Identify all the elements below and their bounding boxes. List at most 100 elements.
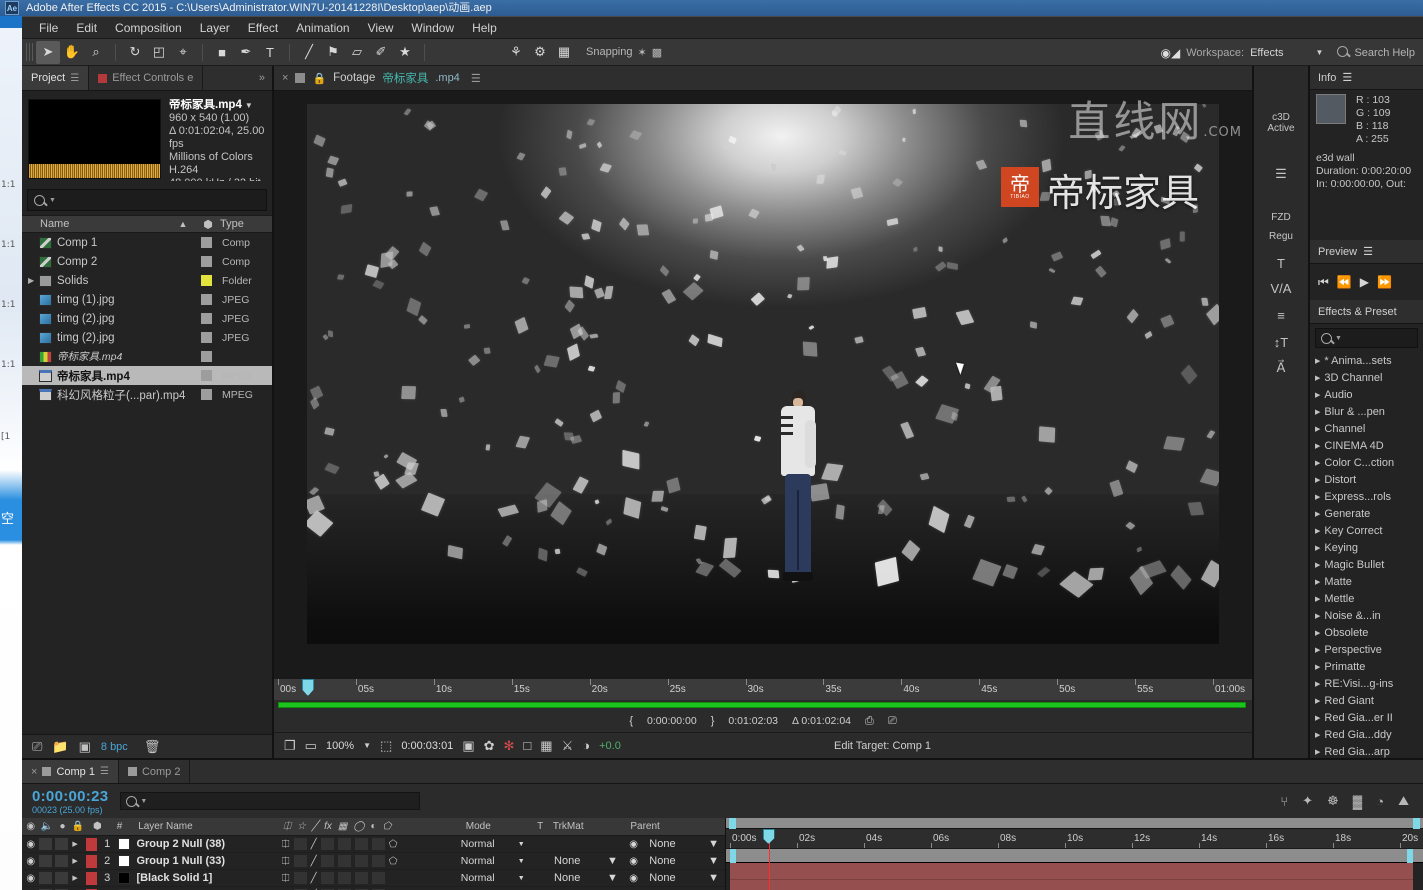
- disclosure-triangle-icon[interactable]: ▶: [1315, 714, 1320, 722]
- layer-label-color[interactable]: [85, 854, 97, 868]
- layer-audio-solo-boxes[interactable]: [39, 855, 72, 867]
- roto-brush-tool-icon[interactable]: ✐: [369, 41, 393, 64]
- three-d-layer-icon[interactable]: ⬠: [383, 821, 392, 832]
- anchor-icon[interactable]: ⎅: [283, 821, 291, 832]
- parent-pickwhip-icon[interactable]: ◉: [624, 873, 643, 884]
- project-settings-icon[interactable]: ▣: [79, 739, 91, 755]
- menu-item-animation[interactable]: Animation: [287, 19, 358, 37]
- menu-item-composition[interactable]: Composition: [106, 19, 191, 37]
- layer-switches[interactable]: ⎅╱: [282, 872, 461, 884]
- viewer-panel-menu-icon[interactable]: ☰: [471, 72, 481, 85]
- chevron-down-icon[interactable]: ▼: [708, 855, 719, 867]
- audio-toggle-icon[interactable]: 🔈: [39, 821, 54, 832]
- shape-tool-icon[interactable]: ■: [210, 41, 234, 64]
- chevron-down-icon[interactable]: ▼: [518, 875, 525, 882]
- viewer-zoom-level[interactable]: 100%: [326, 740, 354, 752]
- effects-category-item[interactable]: ▶ Red Giant: [1310, 692, 1423, 709]
- effects-category-item[interactable]: ▶ Keying: [1310, 539, 1423, 556]
- column-header-name[interactable]: Name: [22, 218, 170, 230]
- disclosure-triangle-icon[interactable]: ▶: [1315, 425, 1320, 433]
- column-header-parent[interactable]: Parent: [624, 821, 725, 832]
- disclosure-triangle-icon[interactable]: ▶: [1315, 374, 1320, 382]
- viewer-time-ruler[interactable]: 00s 05s 10s 15s 20s 25s 30s 35s 40s 45s 50s 55s 01:0…: [274, 678, 1252, 700]
- search-help-icon[interactable]: [1337, 45, 1349, 60]
- snap-anchor-icon[interactable]: ✶: [638, 46, 647, 59]
- disclosure-triangle-icon[interactable]: ▶: [1315, 357, 1320, 365]
- layer-name[interactable]: [Black Solid 1]: [136, 872, 281, 884]
- column-header-t[interactable]: T: [531, 821, 548, 832]
- timeline-navigator[interactable]: [726, 818, 1423, 829]
- chevron-down-icon[interactable]: ▼: [607, 855, 618, 867]
- effects-category-item[interactable]: ▶ * Anima...sets: [1310, 352, 1423, 369]
- adjustment-layer-icon[interactable]: ◐: [371, 821, 377, 832]
- ripple-insert-edit-icon[interactable]: ⎚: [888, 715, 897, 728]
- effects-category-item[interactable]: ▶ Noise &...in: [1310, 607, 1423, 624]
- vertical-scale-icon[interactable]: A⃗: [1254, 360, 1308, 376]
- viewer-current-time-indicator[interactable]: [301, 679, 314, 696]
- resolution-icon[interactable]: □: [523, 738, 531, 753]
- tab-comp-1[interactable]: × Comp 1 ☰: [22, 760, 119, 783]
- project-tabs-overflow-icon[interactable]: »: [252, 66, 272, 90]
- tab-info[interactable]: Info ☰: [1310, 66, 1423, 90]
- project-item-chevron-down-icon[interactable]: ▼: [245, 101, 253, 110]
- layer-audio-solo-boxes[interactable]: [39, 838, 72, 850]
- first-frame-button[interactable]: ⏮: [1318, 275, 1329, 290]
- effects-category-item[interactable]: ▶ 3D Channel: [1310, 369, 1423, 386]
- project-list-item[interactable]: 科幻风格粒子(...par).mp4 MPEG: [22, 385, 272, 404]
- draft-3d-icon[interactable]: ✦: [1302, 793, 1313, 809]
- disclosure-triangle-icon[interactable]: ▶: [1315, 646, 1320, 654]
- prev-frame-button[interactable]: ⏪: [1337, 275, 1352, 289]
- disclosure-triangle-icon[interactable]: ▶: [1315, 408, 1320, 416]
- disclosure-triangle-icon[interactable]: ▶: [1315, 697, 1320, 705]
- out-point-icon[interactable]: }: [711, 715, 715, 727]
- layer-visibility-icon[interactable]: ◉: [22, 839, 39, 850]
- effects-category-item[interactable]: ▶ Key Correct: [1310, 522, 1423, 539]
- project-list-item[interactable]: Comp 1 Comp: [22, 233, 272, 252]
- zoom-tool-icon[interactable]: ⌕: [84, 41, 108, 64]
- delete-icon[interactable]: 🗑: [144, 739, 161, 755]
- three-d-layer-icon[interactable]: ⬠: [389, 839, 398, 850]
- effects-category-item[interactable]: ▶ Blur & ...pen: [1310, 403, 1423, 420]
- always-preview-icon[interactable]: ❐: [284, 738, 296, 754]
- hand-tool-icon[interactable]: ✋: [60, 41, 84, 64]
- brush-tool-icon[interactable]: ╱: [297, 41, 321, 64]
- menu-item-view[interactable]: View: [359, 19, 403, 37]
- search-help-label[interactable]: Search Help: [1354, 47, 1415, 59]
- motion-blur-switch-icon[interactable]: ◯: [353, 821, 364, 832]
- project-list-item[interactable]: timg (1).jpg JPEG: [22, 290, 272, 309]
- layer-audio-solo-boxes[interactable]: [39, 872, 72, 884]
- layer-parent[interactable]: None ▼: [643, 855, 725, 867]
- preview-panel-menu-icon[interactable]: ☰: [1363, 245, 1373, 258]
- chevron-down-icon[interactable]: ▼: [518, 841, 525, 848]
- project-item-label-swatch[interactable]: [201, 332, 212, 343]
- exposure-icon[interactable]: ◑: [582, 738, 590, 753]
- hide-shy-layers-icon[interactable]: ☸: [1327, 793, 1339, 809]
- layer-name[interactable]: Group 1 Null (33): [136, 855, 281, 867]
- parent-pickwhip-icon[interactable]: ◉: [624, 839, 643, 850]
- solo-toggle-icon[interactable]: ●: [55, 821, 70, 832]
- video-toggle-icon[interactable]: ◉: [22, 821, 39, 832]
- disclosure-triangle-icon[interactable]: ▶: [1315, 476, 1320, 484]
- layer-visibility-icon[interactable]: ◉: [22, 856, 39, 867]
- column-header-trkmat[interactable]: TrkMat: [549, 821, 624, 832]
- menu-item-file[interactable]: File: [30, 19, 67, 37]
- lock-toggle-icon[interactable]: 🔒: [70, 821, 85, 832]
- anchor-icon[interactable]: ⎅: [282, 856, 290, 867]
- puppet-starch-tool-icon[interactable]: ⚙: [528, 41, 552, 64]
- lock-icon[interactable]: 🔒: [312, 72, 326, 85]
- next-frame-button[interactable]: ⏩: [1377, 275, 1392, 289]
- disclosure-triangle-icon[interactable]: ▶: [1315, 442, 1320, 450]
- project-item-label-swatch[interactable]: [201, 389, 212, 400]
- timeline-layer-row[interactable]: ◉ ▶ 2 Group 1 Null (33) ⎅ ╱ ⬠ Normal ▼ None ▼ ◉ None…: [22, 853, 725, 870]
- eraser-tool-icon[interactable]: ▱: [345, 41, 369, 64]
- menu-item-layer[interactable]: Layer: [191, 19, 239, 37]
- selection-tool-icon[interactable]: ➤: [36, 40, 60, 64]
- search-chevron-down-icon[interactable]: ▼: [49, 197, 56, 204]
- project-item-label-swatch[interactable]: [201, 256, 212, 267]
- disclosure-triangle-icon[interactable]: ▶: [1315, 544, 1320, 552]
- menu-item-edit[interactable]: Edit: [67, 19, 106, 37]
- project-item-label-swatch[interactable]: [201, 237, 212, 248]
- font-size-icon[interactable]: T: [1254, 256, 1308, 271]
- tab-comp-2[interactable]: Comp 2: [119, 760, 191, 783]
- effects-category-item[interactable]: ▶ Mettle: [1310, 590, 1423, 607]
